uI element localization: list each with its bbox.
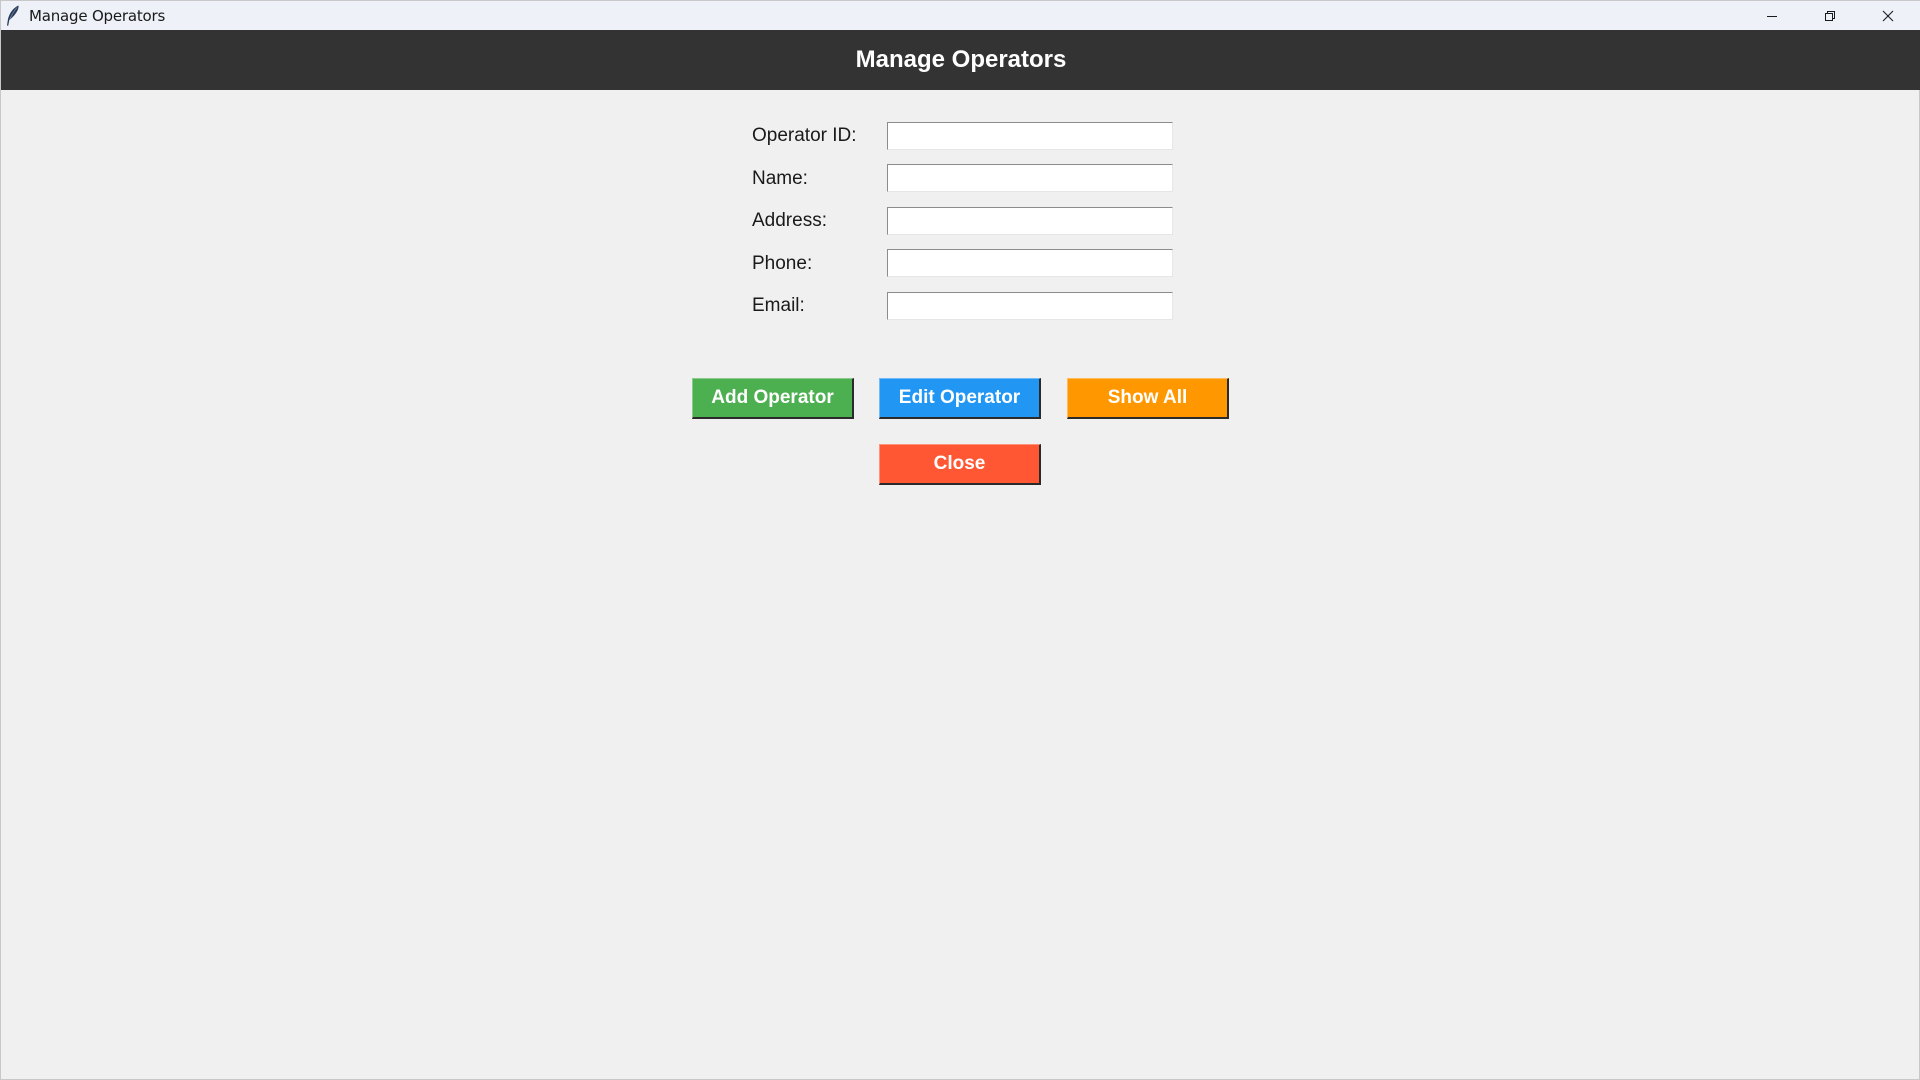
restore-button[interactable]: [1801, 1, 1859, 30]
minimize-icon: [1767, 15, 1777, 17]
minimize-button[interactable]: [1743, 1, 1801, 30]
page-header: Manage Operators: [1, 30, 1920, 90]
name-label: Name:: [752, 168, 808, 189]
close-window-button[interactable]: [1859, 1, 1917, 30]
window-title: Manage Operators: [29, 7, 166, 25]
email-label: Email:: [752, 295, 805, 316]
feather-icon: [7, 5, 19, 26]
phone-label: Phone:: [752, 253, 813, 274]
manage-operators-window: Manage Operators Manage Operators Operat…: [0, 0, 1920, 1080]
edit-operator-button[interactable]: Edit Operator: [879, 378, 1041, 419]
operator-id-field[interactable]: [887, 122, 1173, 150]
email-field[interactable]: [887, 292, 1173, 320]
add-operator-button[interactable]: Add Operator: [692, 378, 854, 419]
show-all-button[interactable]: Show All: [1067, 378, 1229, 419]
page-title: Manage Operators: [855, 46, 1067, 73]
address-field[interactable]: [887, 207, 1173, 235]
title-bar: Manage Operators: [1, 1, 1920, 30]
close-button[interactable]: Close: [879, 444, 1041, 485]
restore-icon: [1825, 10, 1835, 21]
address-label: Address:: [752, 210, 827, 231]
name-field[interactable]: [887, 164, 1173, 192]
close-icon: [1882, 10, 1894, 21]
operator-id-label: Operator ID:: [752, 125, 857, 146]
phone-field[interactable]: [887, 249, 1173, 277]
